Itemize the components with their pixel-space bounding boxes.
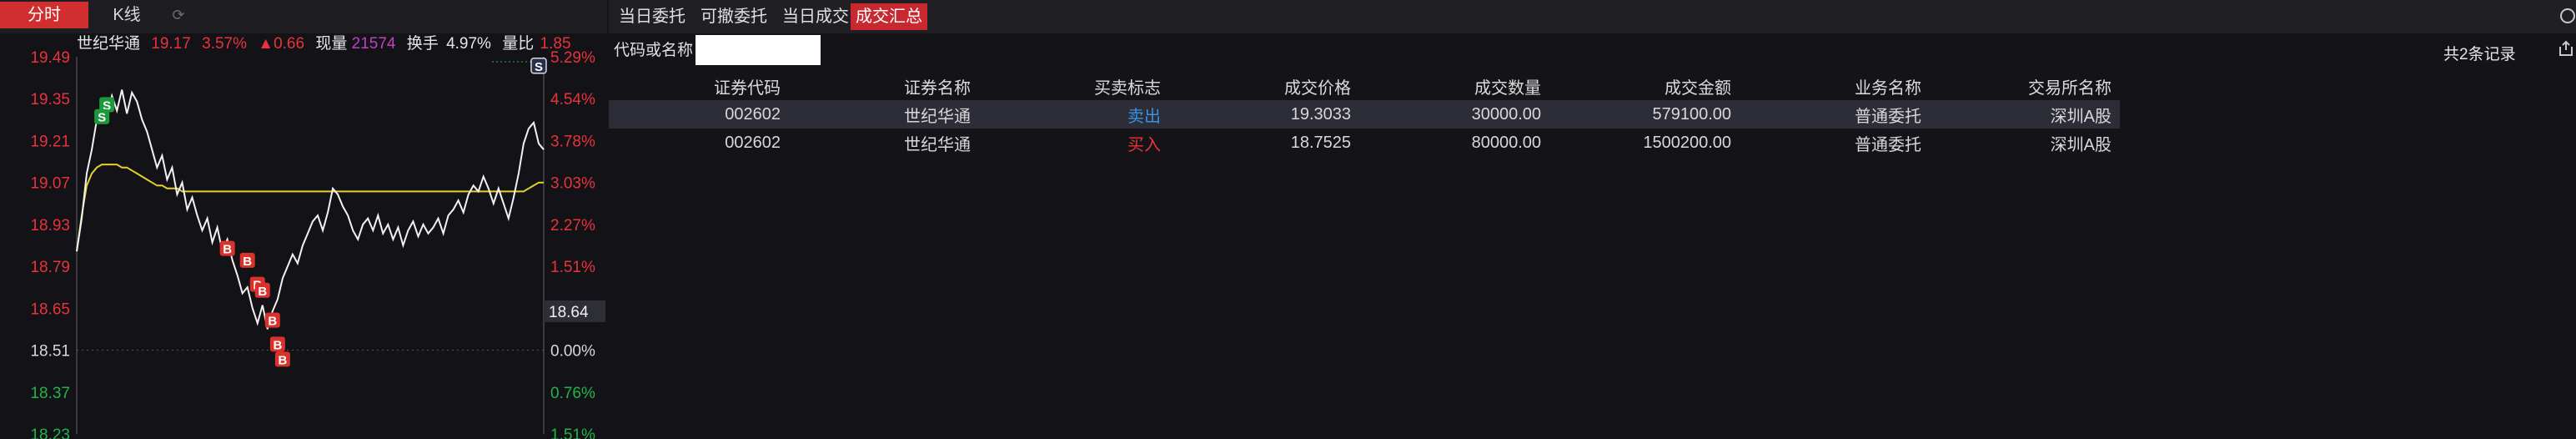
- pct-tick-label: 1.51%: [550, 426, 595, 439]
- search-label: 代码或名称: [614, 42, 694, 59]
- pct-tick-label: 0.76%: [550, 385, 595, 402]
- table-header-row: 证券代码 证券名称 买卖标志 成交价格 成交数量 成交金额 业务名称 交易所名称: [609, 72, 2120, 100]
- tab-trade-summary[interactable]: 成交汇总: [851, 3, 927, 30]
- price-tick-label: 18.79: [30, 259, 70, 276]
- price-tick-label: 19.21: [30, 133, 70, 150]
- cell-exchange: 深圳A股: [2050, 135, 2112, 154]
- col-price[interactable]: 成交价格: [1169, 72, 1359, 100]
- cell-name: 世纪华通: [789, 100, 979, 129]
- price-tick-label: 19.35: [30, 91, 70, 108]
- col-side[interactable]: 买卖标志: [979, 72, 1169, 100]
- pct-tick-label: 0.00%: [550, 343, 595, 361]
- tab-today-trades[interactable]: 当日成交: [777, 3, 854, 30]
- intraday-price-chart[interactable]: 19.49 5.29% 19.35 4.54% 19.21 3.78% 19.07 3.03%…: [0, 0, 607, 439]
- table-row[interactable]: 002602 世纪华通 卖出 19.3033 30000.00 579100.0…: [609, 100, 2120, 129]
- cell-price: 19.3033: [1169, 100, 1359, 129]
- export-icon[interactable]: [2558, 40, 2573, 57]
- cell-quantity: 30000.00: [1359, 100, 1549, 129]
- col-code[interactable]: 证券代码: [609, 72, 789, 100]
- price-tick-label: 19.49: [30, 49, 70, 67]
- trade-marker-label: B: [273, 338, 282, 352]
- price-tick-label: 19.07: [30, 175, 70, 193]
- code-search-input[interactable]: [695, 35, 821, 65]
- average-price-line: [76, 164, 544, 252]
- cell-amount: 1500200.00: [1643, 133, 1731, 152]
- cell-side: 买入: [1127, 135, 1161, 154]
- col-quantity[interactable]: 成交数量: [1359, 72, 1549, 100]
- trade-marker-label: B: [258, 285, 267, 299]
- cell-business: 普通委托: [1740, 100, 1930, 129]
- price-line: [76, 89, 545, 330]
- price-tick-label: 18.51: [30, 343, 70, 361]
- tab-today-orders[interactable]: 当日委托: [614, 3, 690, 30]
- cell-exchange: 深圳A股: [1930, 100, 2120, 129]
- trade-marker-label: S: [98, 111, 106, 125]
- cell-business: 普通委托: [1855, 135, 1921, 154]
- table-row[interactable]: 002602 世纪华通 买入 18.7525 80000.00 1500200.…: [609, 129, 2120, 157]
- cell-code: 002602: [725, 133, 781, 152]
- trade-tab-bar: 当日委托 可撤委托 当日成交 成交汇总: [609, 0, 2576, 33]
- trade-marker-label: B: [243, 255, 252, 269]
- cell-price: 18.7525: [1290, 133, 1351, 152]
- search-circle-icon[interactable]: [2558, 7, 2576, 25]
- pct-tick-label: 3.78%: [550, 133, 595, 150]
- trade-marker-label: S: [535, 60, 543, 74]
- pct-tick-label: 5.29%: [550, 49, 595, 67]
- cell-amount: 579100.00: [1549, 100, 1740, 129]
- pct-tick-label: 2.27%: [550, 217, 595, 235]
- pct-tick-label: 1.51%: [550, 259, 595, 276]
- col-name[interactable]: 证券名称: [789, 72, 979, 100]
- cell-name: 世纪华通: [904, 135, 971, 154]
- intraday-chart-panel: 分时 K线 ⟳ 世纪华通 19.17 3.57% ▲0.66 现量 21574 …: [0, 0, 607, 439]
- pct-tick-label: 3.03%: [550, 175, 595, 193]
- trade-summary-table: 证券代码 证券名称 买卖标志 成交价格 成交数量 成交金额 业务名称 交易所名称…: [609, 72, 2120, 157]
- trade-marker-label: B: [268, 315, 277, 329]
- price-tick-label: 18.37: [30, 385, 70, 402]
- price-tick-label: 18.65: [30, 300, 70, 318]
- cell-code: 002602: [609, 100, 789, 129]
- record-count: 共2条记录: [2443, 46, 2516, 63]
- col-exchange[interactable]: 交易所名称: [1930, 72, 2120, 100]
- col-amount[interactable]: 成交金额: [1549, 72, 1740, 100]
- pct-tick-label: 4.54%: [550, 91, 595, 108]
- cell-quantity: 80000.00: [1471, 133, 1541, 152]
- tab-cancelable-orders[interactable]: 可撤委托: [695, 3, 772, 30]
- cell-side: 卖出: [979, 100, 1169, 129]
- trade-marker-label: B: [278, 353, 287, 367]
- price-tick-label: 18.93: [30, 217, 70, 235]
- trade-marker-label: B: [223, 243, 232, 257]
- col-business[interactable]: 业务名称: [1740, 72, 1930, 100]
- price-tick-label: 18.23: [30, 426, 70, 439]
- current-price-label: 18.64: [549, 304, 589, 321]
- trade-panel: 当日委托 可撤委托 当日成交 成交汇总 代码或名称 共2条记录 证券代码 证券名…: [609, 0, 2576, 439]
